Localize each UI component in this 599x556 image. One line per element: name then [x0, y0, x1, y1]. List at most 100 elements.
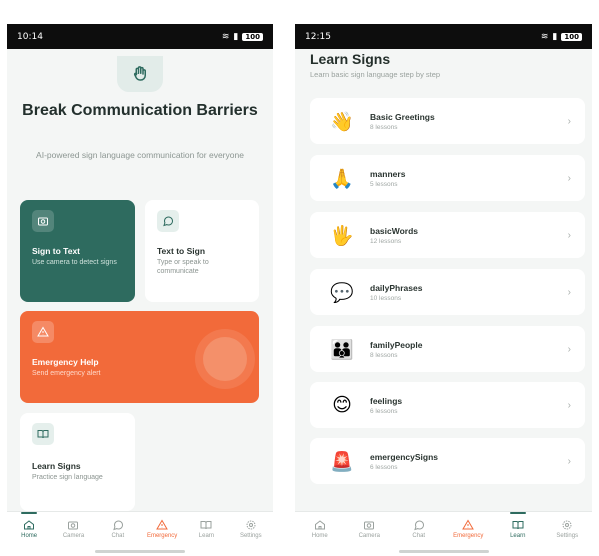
page-subtitle: Learn basic sign language step by step: [310, 70, 441, 79]
card-desc: Practice sign language: [32, 474, 103, 481]
text-to-sign-card[interactable]: Text to Sign Type or speak to communicat…: [145, 200, 259, 302]
status-bar: 10:14 ≋ ▮ 100: [7, 24, 273, 49]
chat-icon: [113, 520, 123, 531]
chevron-right-icon: ›: [567, 399, 571, 411]
lesson-name: basicWords: [370, 225, 419, 236]
lesson-count: 8 lessons: [370, 123, 398, 131]
page-title: Break Communication Barriers: [22, 102, 258, 119]
lesson-count: 5 lessons: [370, 180, 398, 188]
sign-to-text-card[interactable]: Sign to Text Use camera to detect signs: [20, 200, 135, 302]
lesson-name: feelings: [370, 395, 403, 406]
lesson-name: familyPeople: [370, 339, 423, 350]
nav-label: Chat: [111, 533, 125, 539]
emergency-help-card[interactable]: Emergency Help Send emergency alert: [20, 311, 259, 403]
smiley-icon: 😊: [332, 394, 352, 416]
nav-label: Camera: [62, 533, 85, 539]
home-indicator: [95, 550, 185, 553]
warning-icon: [462, 519, 475, 530]
card-title: Learn Signs: [32, 461, 81, 471]
signal-icon: ▮: [233, 31, 239, 42]
bottom-nav: Home Camera Chat Emergency Learn Setting…: [295, 511, 592, 556]
page-subtitle: AI-powered sign language communication f…: [36, 150, 244, 160]
nav-emergency[interactable]: Emergency: [144, 519, 180, 539]
home-icon: [24, 520, 35, 530]
learn-signs-card[interactable]: Learn Signs Practice sign language: [20, 413, 135, 511]
chevron-right-icon: ›: [567, 343, 571, 355]
lesson-count: 6 lessons: [370, 407, 398, 415]
nav-learn[interactable]: Learn: [500, 512, 536, 539]
lesson-card[interactable]: 🖐 basicWords 12 lessons ›: [310, 212, 585, 258]
camera-icon: [364, 521, 375, 530]
nav-label: Learn: [510, 533, 526, 539]
speech-bubble-icon: 💬: [330, 281, 354, 304]
warning-icon: [32, 321, 54, 343]
nav-settings[interactable]: Settings: [549, 519, 585, 539]
card-desc: Use camera to detect signs: [32, 259, 117, 266]
chevron-right-icon: ›: [567, 229, 571, 241]
nav-label: Home: [311, 533, 328, 539]
card-desc: Type or speak to communicate: [157, 259, 209, 275]
nav-learn[interactable]: Learn: [188, 519, 224, 539]
nav-camera[interactable]: Camera: [55, 519, 91, 539]
nav-camera[interactable]: Camera: [351, 519, 387, 539]
card-title: Sign to Text: [32, 246, 81, 256]
wifi-icon: ≋: [540, 31, 549, 42]
lesson-card[interactable]: 👋 Basic Greetings 8 lessons ›: [310, 98, 585, 144]
nav-label: Emergency: [453, 533, 484, 539]
card-title: Text to Sign: [157, 246, 206, 256]
chat-icon: [157, 210, 179, 232]
nav-chat[interactable]: Chat: [401, 519, 437, 539]
lesson-card[interactable]: 🙏 manners 5 lessons ›: [310, 155, 585, 201]
book-icon: [200, 521, 212, 530]
lesson-count: 8 lessons: [370, 351, 398, 359]
nav-label: Home: [21, 533, 38, 539]
nav-label: Settings: [556, 533, 579, 539]
praying-hands-icon: 🙏: [330, 167, 354, 190]
camera-icon: [68, 521, 79, 530]
siren-icon: 🚨: [330, 450, 354, 473]
chevron-right-icon: ›: [567, 172, 571, 184]
camera-icon: [32, 210, 54, 232]
home-screen: 10:14 ≋ ▮ 100 Break Communication Barrie…: [7, 24, 273, 556]
waving-hand-icon: 👋: [330, 110, 354, 133]
nav-home[interactable]: Home: [11, 512, 47, 539]
wifi-icon: ≋: [221, 31, 230, 42]
emergency-pulse-circle[interactable]: [203, 337, 247, 381]
lesson-card[interactable]: 😊 feelings 6 lessons ›: [310, 382, 585, 428]
status-bar: 12:15 ≋ ▮ 100: [295, 24, 592, 49]
lesson-name: dailyPhrases: [370, 282, 423, 293]
nav-label: Camera: [358, 533, 380, 539]
nav-settings[interactable]: Settings: [233, 519, 269, 539]
nav-home[interactable]: Home: [302, 519, 338, 539]
lesson-count: 10 lessons: [370, 294, 402, 302]
lesson-name: emergencySigns: [370, 451, 439, 462]
learn-screen: 12:15 ≋ ▮ 100 Learn Signs Learn basic si…: [295, 24, 592, 556]
nav-label: Settings: [239, 533, 262, 539]
chat-icon: [413, 520, 424, 531]
lesson-card[interactable]: 💬 dailyPhrases 10 lessons ›: [310, 269, 585, 315]
lesson-card[interactable]: 👪 familyPeople 8 lessons ›: [310, 326, 585, 372]
warning-icon: [156, 519, 169, 530]
nav-chat[interactable]: Chat: [100, 519, 136, 539]
chevron-right-icon: ›: [567, 115, 571, 127]
book-icon: [32, 423, 54, 445]
lesson-count: 6 lessons: [370, 463, 398, 471]
lesson-name: Basic Greetings: [370, 111, 435, 122]
battery-icon: 100: [242, 32, 263, 41]
status-time: 12:15: [305, 31, 331, 42]
hand-wave-icon: [117, 56, 163, 92]
lesson-name: manners: [370, 168, 406, 179]
chevron-right-icon: ›: [567, 455, 571, 467]
nav-emergency[interactable]: Emergency: [450, 519, 486, 539]
gear-icon: [562, 520, 572, 530]
chevron-right-icon: ›: [567, 286, 571, 298]
lesson-count: 12 lessons: [370, 237, 402, 245]
raised-hand-icon: 🖐: [330, 224, 354, 247]
nav-label: Chat: [412, 533, 426, 539]
nav-label: Learn: [198, 533, 215, 539]
bottom-nav: Home Camera Chat Emergency Learn Setting…: [7, 511, 273, 556]
lesson-card[interactable]: 🚨 emergencySigns 6 lessons ›: [310, 438, 585, 484]
battery-icon: 100: [561, 32, 582, 41]
home-icon: [314, 520, 325, 530]
family-icon: 👪: [330, 338, 354, 361]
